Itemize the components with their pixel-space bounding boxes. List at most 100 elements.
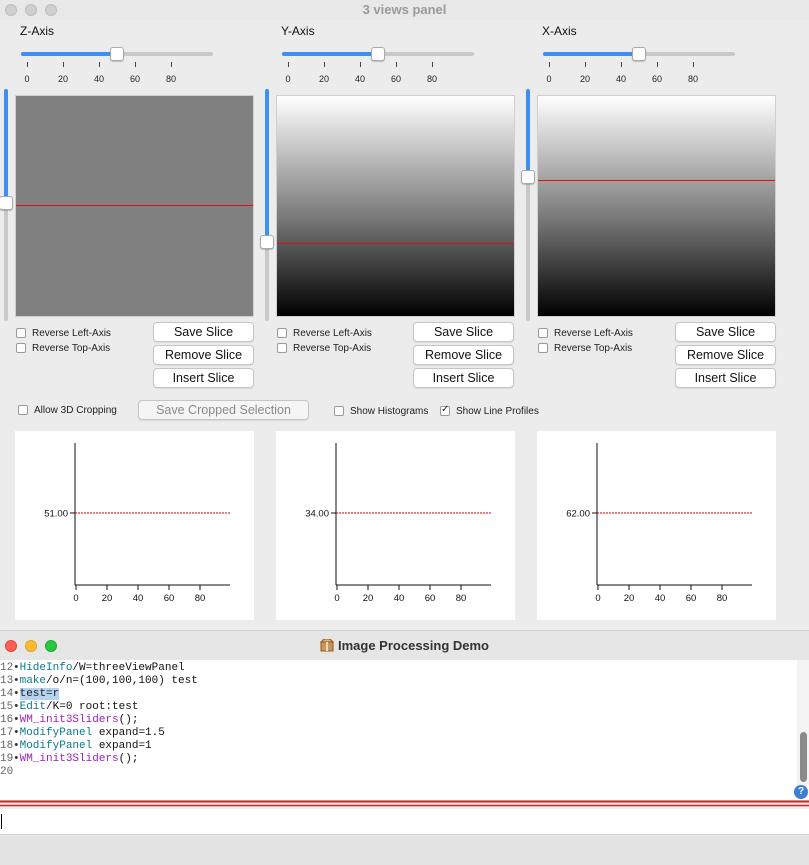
code-token: /K=0 root:test bbox=[46, 701, 139, 713]
z-axis-slider-tick bbox=[27, 62, 28, 67]
y-axis-slice-image[interactable] bbox=[276, 95, 515, 317]
y-axis-horizontal-slider-thumb[interactable] bbox=[371, 47, 385, 61]
x-axis-line-profile-svg: 62.00 0 20 40 60 80 bbox=[566, 443, 752, 604]
line-marker: • bbox=[13, 753, 20, 765]
code-line[interactable]: 14•test=r bbox=[0, 688, 60, 701]
z-axis-reverse-top-checkbox[interactable] bbox=[16, 343, 26, 353]
x-axis-reverse-top-label: Reverse Top-Axis bbox=[554, 342, 633, 354]
allow-3d-cropping-option[interactable]: Allow 3D Cropping bbox=[18, 403, 117, 417]
show-histograms-label: Show Histograms bbox=[350, 405, 429, 417]
z-axis-slice-image[interactable] bbox=[15, 95, 254, 317]
code-token: ModifyPanel bbox=[19, 727, 93, 739]
y-axis-horizontal-slider-fill bbox=[282, 52, 378, 56]
y-axis-profile-x-tick-label: 40 bbox=[394, 593, 405, 604]
line-marker: • bbox=[13, 714, 20, 726]
line-marker: • bbox=[13, 740, 20, 752]
x-axis-line-profile-plot: 62.00 0 20 40 60 80 bbox=[537, 431, 776, 620]
y-axis-vertical-slider-thumb[interactable] bbox=[260, 235, 274, 250]
y-axis-slice-line bbox=[277, 242, 514, 244]
y-axis-slider-tick-label: 60 bbox=[390, 74, 402, 84]
z-axis-reverse-left-label: Reverse Left-Axis bbox=[32, 327, 111, 339]
x-axis-slice-image[interactable] bbox=[537, 95, 776, 317]
x-axis-insert-slice-button[interactable]: Insert Slice bbox=[675, 368, 776, 388]
help-icon[interactable]: ? bbox=[794, 785, 808, 799]
x-axis-reverse-top-option[interactable]: Reverse Top-Axis bbox=[538, 341, 632, 355]
x-axis-slider-tick-label: 40 bbox=[615, 74, 627, 84]
x-axis-slider-tick bbox=[693, 62, 694, 67]
x-axis-reverse-left-option[interactable]: Reverse Left-Axis bbox=[538, 326, 633, 340]
z-axis-vertical-slider-thumb[interactable] bbox=[0, 195, 13, 210]
y-axis-remove-slice-button[interactable]: Remove Slice bbox=[413, 345, 514, 365]
line-number: 20 bbox=[0, 766, 14, 778]
code-token: (); bbox=[118, 714, 139, 726]
y-axis-title: Y-Axis bbox=[281, 24, 315, 38]
z-axis-slider-tick-label: 40 bbox=[93, 74, 105, 84]
code-line[interactable]: 19•WM_init3Sliders(); bbox=[0, 753, 138, 766]
x-axis-reverse-left-checkbox[interactable] bbox=[538, 328, 548, 338]
x-axis-save-slice-button[interactable]: Save Slice bbox=[675, 322, 776, 342]
code-token: WM_init3Sliders bbox=[19, 753, 119, 765]
y-axis-save-slice-button[interactable]: Save Slice bbox=[413, 322, 514, 342]
show-histograms-checkbox[interactable] bbox=[334, 406, 344, 416]
code-line[interactable]: 17•ModifyPanel expand=1.5 bbox=[0, 727, 165, 740]
z-axis-profile-value-label: 51.00 bbox=[44, 509, 68, 520]
demo-window-title: Image Processing Demo bbox=[338, 638, 489, 653]
code-scrollbar[interactable] bbox=[797, 660, 809, 785]
x-axis-remove-slice-button[interactable]: Remove Slice bbox=[675, 345, 776, 365]
code-token: (); bbox=[118, 753, 139, 765]
show-line-profiles-option[interactable]: Show Line Profiles bbox=[440, 404, 539, 418]
x-axis-profile-x-tick-label: 40 bbox=[655, 593, 666, 604]
y-axis-reverse-top-checkbox[interactable] bbox=[277, 343, 287, 353]
line-number: 16 bbox=[0, 714, 14, 726]
code-line[interactable]: 20 bbox=[0, 766, 13, 779]
x-axis-slider-tick-label: 80 bbox=[687, 74, 699, 84]
z-axis-reverse-top-option[interactable]: Reverse Top-Axis bbox=[16, 341, 110, 355]
command-line-input[interactable] bbox=[0, 809, 809, 835]
y-axis-reverse-left-option[interactable]: Reverse Left-Axis bbox=[277, 326, 372, 340]
package-icon bbox=[319, 638, 335, 652]
allow-3d-cropping-label: Allow 3D Cropping bbox=[34, 404, 117, 416]
code-line[interactable]: 13•make/o/n=(100,100,100) test bbox=[0, 675, 198, 688]
code-line[interactable]: 12•HideInfo/W=threeViewPanel bbox=[0, 662, 185, 675]
x-axis-slider-tick bbox=[585, 62, 586, 67]
z-axis-save-slice-button[interactable]: Save Slice bbox=[153, 322, 254, 342]
code-scrollbar-thumb[interactable] bbox=[800, 732, 807, 782]
z-axis-insert-slice-button[interactable]: Insert Slice bbox=[153, 368, 254, 388]
panel-window-titlebar: 3 views panel bbox=[0, 0, 809, 20]
z-axis-horizontal-slider-thumb[interactable] bbox=[110, 47, 124, 61]
show-histograms-option[interactable]: Show Histograms bbox=[334, 404, 428, 418]
x-axis-vertical-slider[interactable] bbox=[526, 89, 530, 321]
z-axis-slider-tick-label: 80 bbox=[165, 74, 177, 84]
z-axis-remove-slice-button[interactable]: Remove Slice bbox=[153, 345, 254, 365]
text-caret bbox=[1, 814, 2, 829]
x-axis-vertical-slider-fill bbox=[526, 89, 530, 178]
allow-3d-cropping-checkbox[interactable] bbox=[18, 405, 28, 415]
x-axis-vertical-slider-thumb[interactable] bbox=[521, 170, 535, 185]
x-axis-horizontal-slider-fill bbox=[543, 52, 639, 56]
y-axis-profile-x-tick-label: 0 bbox=[334, 593, 339, 604]
y-axis-reverse-left-label: Reverse Left-Axis bbox=[293, 327, 372, 339]
y-axis-reverse-top-label: Reverse Top-Axis bbox=[293, 342, 372, 354]
z-axis-profile-x-tick-label: 80 bbox=[195, 593, 206, 604]
show-line-profiles-checkbox[interactable] bbox=[440, 404, 450, 416]
y-axis-slider-tick bbox=[288, 62, 289, 67]
y-axis-reverse-left-checkbox[interactable] bbox=[277, 328, 287, 338]
y-axis-insert-slice-button[interactable]: Insert Slice bbox=[413, 368, 514, 388]
line-marker: • bbox=[13, 662, 20, 674]
y-axis-vertical-slider[interactable] bbox=[265, 89, 269, 321]
x-axis-reverse-top-checkbox[interactable] bbox=[538, 343, 548, 353]
line-marker: • bbox=[13, 701, 20, 713]
procedure-code-editor[interactable]: 12•HideInfo/W=threeViewPanel 13•make/o/n=… bbox=[0, 660, 809, 800]
y-axis-profile-value-label: 34.00 bbox=[305, 509, 329, 520]
save-cropped-selection-button[interactable]: Save Cropped Selection bbox=[138, 400, 309, 420]
z-axis-reverse-left-checkbox[interactable] bbox=[16, 328, 26, 338]
code-line[interactable]: 16•WM_init3Sliders(); bbox=[0, 714, 138, 727]
z-axis-reverse-left-option[interactable]: Reverse Left-Axis bbox=[16, 326, 111, 340]
x-axis-profile-x-tick-label: 20 bbox=[624, 593, 635, 604]
y-axis-reverse-top-option[interactable]: Reverse Top-Axis bbox=[277, 341, 371, 355]
code-line[interactable]: 18•ModifyPanel expand=1 bbox=[0, 740, 152, 753]
z-axis-line-profile-plot: 51.00 0 20 40 60 80 bbox=[15, 431, 254, 620]
code-line[interactable]: 15•Edit/K=0 root:test bbox=[0, 701, 138, 714]
x-axis-horizontal-slider-thumb[interactable] bbox=[632, 47, 646, 61]
y-axis-profile-x-tick-label: 80 bbox=[456, 593, 467, 604]
